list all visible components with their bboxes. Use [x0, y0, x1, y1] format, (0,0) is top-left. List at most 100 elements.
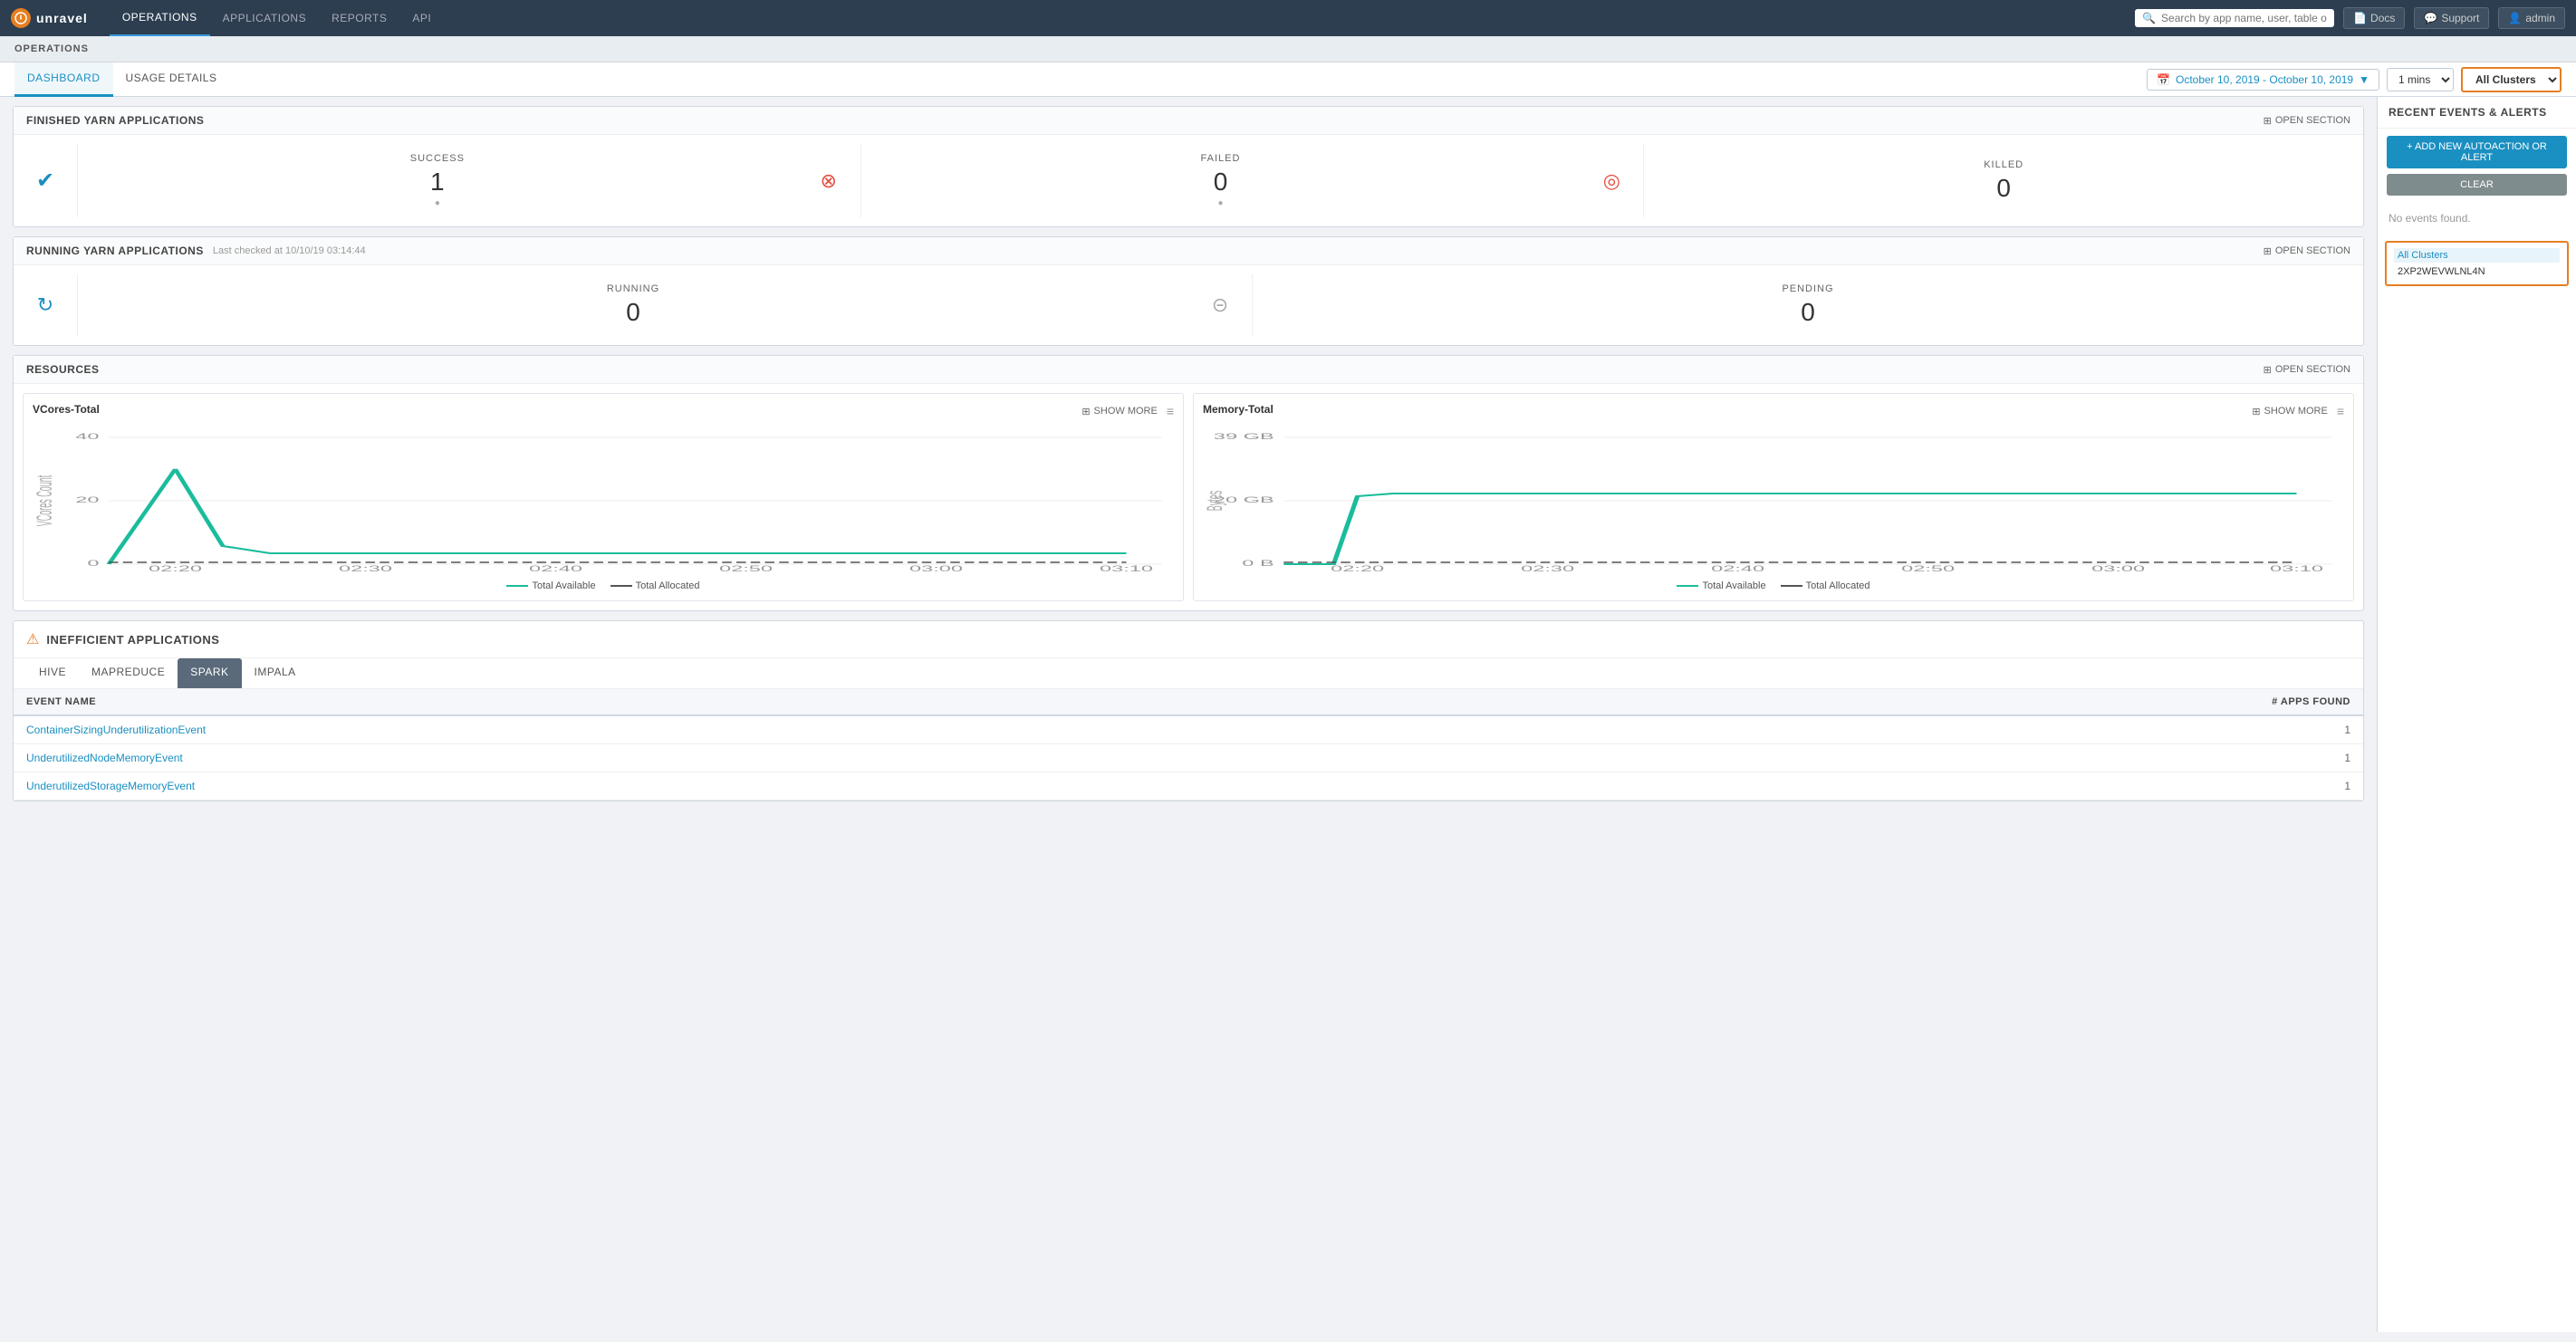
search-input[interactable] — [2161, 12, 2327, 24]
svg-text:02:50: 02:50 — [1901, 564, 1955, 573]
event-name-header: EVENT NAME — [14, 689, 1572, 715]
main-nav: OPERATIONS APPLICATIONS REPORTS API — [110, 0, 444, 36]
vcores-chart-card: VCores-Total ⊞ SHOW MORE ≡ 40 — [23, 393, 1184, 601]
svg-text:02:20: 02:20 — [149, 564, 202, 573]
pending-value: 0 — [1801, 298, 1815, 327]
tab-dashboard[interactable]: DASHBOARD — [14, 62, 113, 97]
memory-allocated-label: Total Allocated — [1806, 580, 1870, 591]
event-name-3: UnderutilizedStorageMemoryEvent — [14, 772, 1572, 800]
memory-chart-card: Memory-Total ⊞ SHOW MORE ≡ 39 GB — [1193, 393, 2354, 601]
allocated-line-icon — [610, 585, 632, 587]
vcores-allocated-legend: Total Allocated — [610, 580, 700, 591]
user-icon: 👤 — [2508, 12, 2522, 24]
svg-text:03:10: 03:10 — [1100, 564, 1153, 573]
memory-show-more[interactable]: ⊞ SHOW MORE — [2252, 406, 2328, 417]
resources-title: RESOURCES — [26, 363, 100, 376]
event-link-2[interactable]: UnderutilizedNodeMemoryEvent — [26, 752, 183, 764]
vcores-show-more[interactable]: ⊞ SHOW MORE — [1081, 406, 1158, 417]
apps-found-header: # APPS FOUND — [1572, 689, 2363, 715]
inefficient-apps-table-container: EVENT NAME # APPS FOUND ContainerSizingU… — [14, 689, 2363, 800]
finished-yarn-open-section[interactable]: ⊞ OPEN SECTION — [2264, 115, 2350, 127]
failed-label: FAILED — [1201, 153, 1241, 164]
support-button[interactable]: 💬 Support — [2414, 7, 2489, 29]
memory-menu-icon[interactable]: ≡ — [2337, 404, 2344, 418]
cluster-option-specific[interactable]: 2XP2WEVWLNL4N — [2394, 264, 2560, 279]
event-name-1: ContainerSizingUnderutilizationEvent — [14, 715, 1572, 744]
tab-impala[interactable]: IMPALA — [242, 658, 309, 688]
nav-applications[interactable]: APPLICATIONS — [210, 0, 319, 36]
external-link-icon-3: ⊞ — [2264, 364, 2272, 376]
target-icon: ◎ — [1603, 169, 1620, 193]
running-yarn-open-section[interactable]: ⊞ OPEN SECTION — [2264, 245, 2350, 257]
resources-section: RESOURCES ⊞ OPEN SECTION VCores-Total ⊞ … — [13, 355, 2364, 611]
success-metric: SUCCESS 1 ● — [77, 144, 797, 217]
admin-label: admin — [2525, 12, 2555, 24]
event-link-3[interactable]: UnderutilizedStorageMemoryEvent — [26, 780, 195, 792]
admin-button[interactable]: 👤 admin — [2498, 7, 2565, 29]
interval-select[interactable]: 1 mins — [2387, 68, 2454, 91]
finished-yarn-title: FINISHED YARN APPLICATIONS — [26, 114, 204, 127]
tab-spark[interactable]: SPARK — [178, 658, 241, 688]
cluster-select[interactable]: All Clusters — [2461, 67, 2562, 92]
nav-reports[interactable]: REPORTS — [319, 0, 399, 36]
external-link-icon-2: ⊞ — [2264, 245, 2272, 257]
event-name-2: UnderutilizedNodeMemoryEvent — [14, 744, 1572, 772]
sub-nav-controls: 📅 October 10, 2019 - October 10, 2019 ▼ … — [2147, 67, 2562, 92]
event-link-1[interactable]: ContainerSizingUnderutilizationEvent — [26, 724, 206, 736]
running-icon-container: ↻ — [14, 274, 77, 336]
sidebar-header: RECENT EVENTS & ALERTS — [2378, 97, 2576, 129]
apps-count-2: 1 — [1572, 744, 2363, 772]
vcores-available-label: Total Available — [532, 580, 595, 591]
logo: unravel — [11, 8, 88, 28]
sub-navigation: DASHBOARD USAGE DETAILS 📅 October 10, 20… — [0, 62, 2576, 97]
failed-metric: FAILED 0 ● — [860, 144, 1581, 217]
vcores-chart-title: VCores-Total — [33, 403, 100, 416]
tab-usage-details[interactable]: USAGE DETAILS — [113, 62, 230, 97]
svg-text:0 B: 0 B — [1242, 559, 1274, 568]
svg-text:Bytes: Bytes — [1203, 491, 1226, 512]
nav-api[interactable]: API — [399, 0, 444, 36]
svg-text:02:40: 02:40 — [1711, 564, 1764, 573]
killed-metric: KILLED 0 — [1643, 144, 2363, 217]
vcores-menu-icon[interactable]: ≡ — [1167, 404, 1174, 418]
svg-text:03:00: 03:00 — [909, 564, 963, 573]
svg-text:02:50: 02:50 — [719, 564, 773, 573]
expand-icon: ⊞ — [1081, 406, 1090, 417]
search-bar[interactable]: 🔍 — [2135, 9, 2334, 27]
cluster-option-all[interactable]: All Clusters — [2394, 248, 2560, 263]
svg-text:02:20: 02:20 — [1331, 564, 1384, 573]
inefficient-apps-tbody: ContainerSizingUnderutilizationEvent 1 U… — [14, 715, 2363, 800]
cluster-dropdown-panel[interactable]: All Clusters 2XP2WEVWLNL4N — [2385, 241, 2569, 286]
inefficient-apps-header: ⚠ INEFFICIENT APPLICATIONS — [14, 621, 2363, 658]
warning-icon: ⚠ — [26, 630, 39, 648]
failed-icon-container: ⊗ — [797, 144, 860, 217]
top-navigation: unravel OPERATIONS APPLICATIONS REPORTS … — [0, 0, 2576, 36]
resources-header: RESOURCES ⊞ OPEN SECTION — [14, 356, 2363, 384]
success-value: 1 — [430, 168, 445, 197]
inefficient-apps-title: INEFFICIENT APPLICATIONS — [46, 633, 219, 647]
docs-label: Docs — [2370, 12, 2395, 24]
svg-text:02:40: 02:40 — [529, 564, 582, 573]
date-picker[interactable]: 📅 October 10, 2019 - October 10, 2019 ▼ — [2147, 69, 2379, 91]
clear-button[interactable]: CLEAR — [2387, 174, 2567, 196]
svg-text:02:30: 02:30 — [1521, 564, 1574, 573]
calendar-icon: 📅 — [2157, 73, 2170, 86]
docs-button[interactable]: 📄 Docs — [2343, 7, 2405, 29]
pending-icon-container: ⊝ — [1188, 274, 1252, 336]
table-row: ContainerSizingUnderutilizationEvent 1 — [14, 715, 2363, 744]
running-label: RUNNING — [607, 283, 659, 294]
svg-text:0: 0 — [87, 559, 99, 568]
running-yarn-metrics: ↻ RUNNING 0 ⊝ PENDING 0 — [14, 265, 2363, 345]
add-alert-button[interactable]: + ADD NEW AUTOACTION OR ALERT — [2387, 136, 2567, 168]
docs-icon: 📄 — [2353, 12, 2367, 24]
tab-mapreduce[interactable]: MAPREDUCE — [79, 658, 178, 688]
tab-hive[interactable]: HIVE — [26, 658, 79, 688]
resources-open-section[interactable]: ⊞ OPEN SECTION — [2264, 364, 2350, 376]
nav-operations[interactable]: OPERATIONS — [110, 0, 210, 36]
vcores-svg: 40 20 0 VCores Count 02:20 02:30 — [33, 428, 1174, 573]
support-icon: 💬 — [2424, 12, 2437, 24]
content-area: FINISHED YARN APPLICATIONS ⊞ OPEN SECTIO… — [0, 97, 2377, 1332]
vcores-legend: Total Available Total Allocated — [33, 580, 1174, 591]
svg-text:03:10: 03:10 — [2270, 564, 2323, 573]
svg-text:VCores Count: VCores Count — [33, 475, 56, 526]
